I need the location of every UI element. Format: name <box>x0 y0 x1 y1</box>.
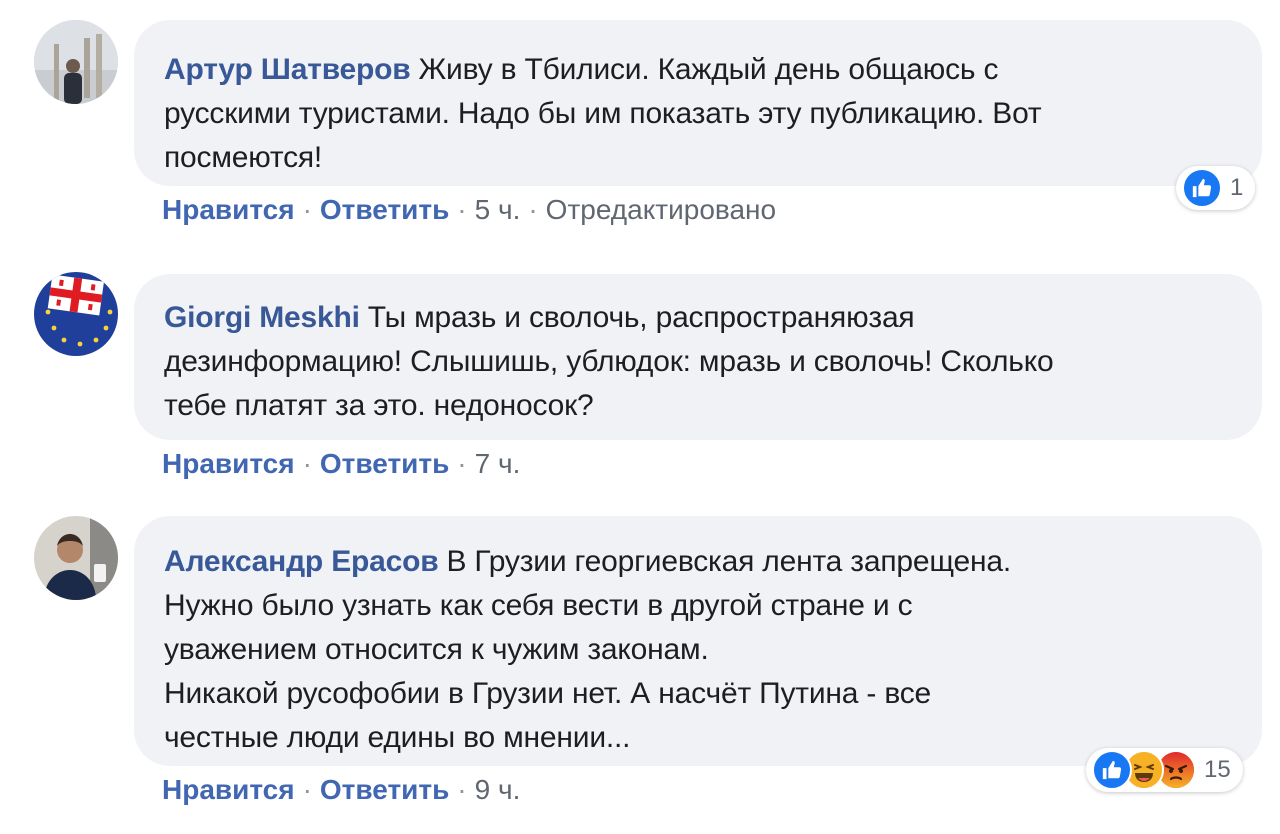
like-link[interactable]: Нравится <box>162 194 295 225</box>
reply-link[interactable]: Ответить <box>320 194 449 225</box>
comment-text-line: тебе платят за это. недоносок? <box>164 389 594 422</box>
reactions-summary[interactable]: 1 <box>1176 166 1256 210</box>
avatar-photo-icon <box>34 20 118 104</box>
comment-bubble: Giorgi Meskhi Ты мразь и сволочь, распрос… <box>134 274 1262 440</box>
comment-text-line: Никакой русофобии в Грузии нет. А насчёт… <box>164 677 931 710</box>
comment-author[interactable]: Giorgi Meskhi <box>164 301 360 334</box>
comment-author[interactable]: Александр Ерасов <box>164 545 439 578</box>
comment-text-line: В Грузии георгиевская лента запрещена. <box>446 545 1011 578</box>
reply-link[interactable]: Ответить <box>320 448 449 479</box>
comment-text-line: уважением относится к чужим законам. <box>164 633 709 666</box>
comment-time[interactable]: 5 ч. <box>475 194 521 225</box>
like-link[interactable]: Нравится <box>162 448 295 479</box>
avatar[interactable] <box>34 20 118 104</box>
comment-bubble: Артур Шатверов Живу в Тбилиси. Каждый ден… <box>134 20 1262 186</box>
reactions-summary[interactable]: 15 <box>1086 748 1243 792</box>
comment-actions: Нравится · Ответить · 9 ч. <box>162 774 521 805</box>
reaction-count: 1 <box>1230 174 1244 201</box>
reaction-count: 15 <box>1204 756 1231 783</box>
avatar-photo-icon <box>34 516 118 600</box>
comment-text-line: Ты мразь и сволочь, распространяюзая <box>367 301 915 334</box>
comment-text-line: Живу в Тбилиси. Каждый день общаюсь с <box>418 53 999 86</box>
reply-link[interactable]: Ответить <box>320 774 449 805</box>
comment-text-line: Нужно было узнать как себя вести в друго… <box>164 589 913 622</box>
like-icon <box>1182 168 1222 208</box>
comment-bubble: Александр Ерасов В Грузии георгиевская ле… <box>134 516 1262 766</box>
comment-text-line: русскими туристами. Надо бы им показать … <box>164 97 1042 130</box>
avatar-flag-icon <box>34 272 118 356</box>
like-link[interactable]: Нравится <box>162 774 295 805</box>
like-icon <box>1092 750 1132 790</box>
comment-author[interactable]: Артур Шатверов <box>164 53 411 86</box>
edited-label: Отредактировано <box>545 194 777 225</box>
comment-text-line: посмеются! <box>164 141 323 174</box>
comment-actions: Нравится · Ответить · 7 ч. <box>162 448 521 479</box>
comment-text-line: дезинформацию! Слышишь, ублюдок: мразь и… <box>164 345 1054 378</box>
avatar[interactable] <box>34 272 118 356</box>
comment-time[interactable]: 9 ч. <box>475 774 521 805</box>
comment-text-line: честные люди едины во мнении... <box>164 721 631 754</box>
avatar[interactable] <box>34 516 118 600</box>
comment-time[interactable]: 7 ч. <box>475 448 521 479</box>
comment-actions: Нравится · Ответить · 5 ч. · Отредактировано <box>162 194 777 225</box>
